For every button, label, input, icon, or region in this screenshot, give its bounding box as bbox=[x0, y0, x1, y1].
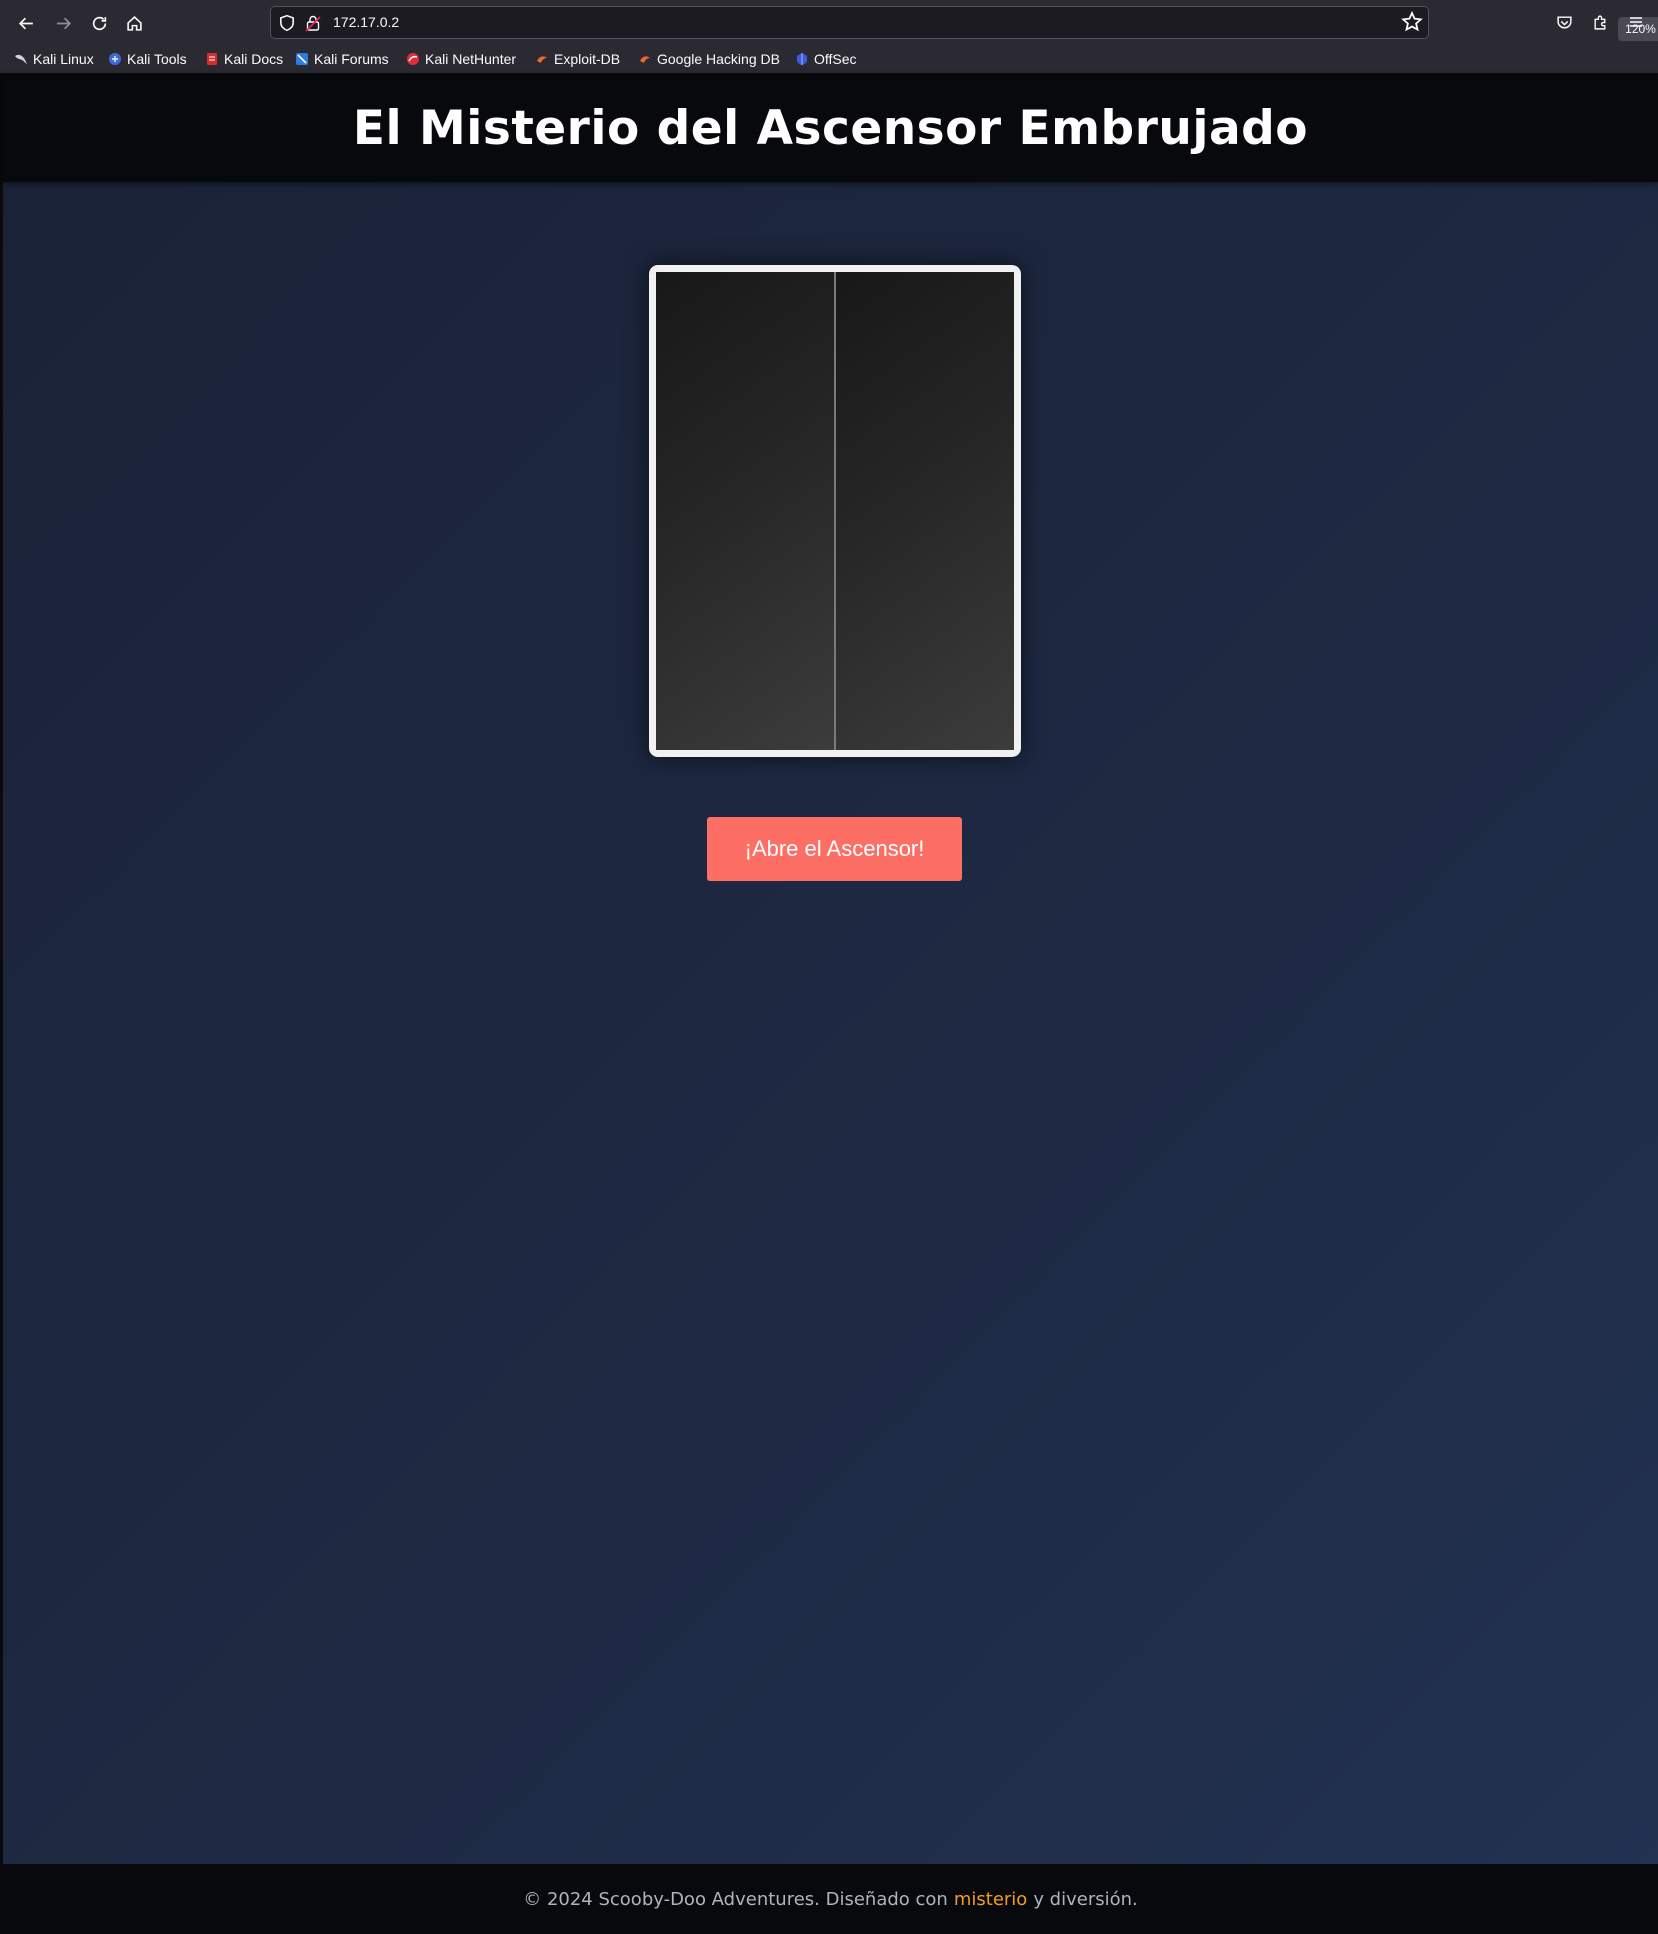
exploit-db-icon bbox=[535, 52, 549, 66]
site-footer: © 2024 Scooby-Doo Adventures. Diseñado c… bbox=[3, 1864, 1658, 1934]
open-elevator-button[interactable]: ¡Abre el Ascensor! bbox=[707, 817, 962, 881]
elevator-door-left bbox=[656, 272, 835, 750]
footer-highlight: misterio bbox=[953, 1888, 1028, 1910]
back-button[interactable] bbox=[12, 9, 40, 37]
kali-dragon-icon bbox=[14, 52, 28, 66]
bookmark-exploit-db[interactable]: Exploit-DB bbox=[535, 49, 620, 69]
shield-icon[interactable] bbox=[278, 14, 296, 32]
footer-text-end: y diversión. bbox=[1033, 1888, 1138, 1910]
pocket-icon bbox=[1556, 15, 1572, 29]
offsec-icon bbox=[795, 52, 809, 66]
page-title: El Misterio del Ascensor Embrujado bbox=[352, 100, 1309, 156]
bookmark-kali-linux[interactable]: Kali Linux bbox=[14, 49, 94, 69]
ghdb-icon bbox=[638, 52, 652, 66]
elevator bbox=[649, 265, 1021, 757]
insecure-lock-icon[interactable] bbox=[305, 14, 321, 32]
browser-toolbar: 172.17.0.2 120% bbox=[0, 0, 1658, 45]
page-content: El Misterio del Ascensor Embrujado ¡Abre… bbox=[0, 74, 1658, 1934]
bookmark-offsec[interactable]: OffSec bbox=[795, 49, 857, 69]
puzzle-piece-icon bbox=[1593, 15, 1605, 30]
reload-button[interactable] bbox=[85, 9, 113, 37]
arrow-right-icon bbox=[56, 17, 71, 29]
home-icon bbox=[126, 15, 142, 31]
pocket-button[interactable] bbox=[1553, 11, 1575, 33]
url-bar[interactable]: 172.17.0.2 120% bbox=[270, 6, 1658, 41]
hamburger-menu-icon bbox=[1630, 17, 1642, 27]
bookmark-kali-docs[interactable]: Kali Docs bbox=[205, 49, 283, 69]
bookmark-kali-tools[interactable]: Kali Tools bbox=[108, 49, 187, 69]
bookmark-google-hacking-db[interactable]: Google Hacking DB bbox=[638, 49, 780, 69]
kali-forums-icon bbox=[295, 52, 309, 66]
kali-docs-icon bbox=[205, 52, 219, 66]
site-header: El Misterio del Ascensor Embrujado bbox=[3, 74, 1658, 182]
elevator-door-right bbox=[835, 272, 1014, 750]
arrow-left-icon bbox=[18, 17, 33, 29]
bookmark-kali-nethunter[interactable]: Kali NetHunter bbox=[406, 49, 516, 69]
forward-button[interactable] bbox=[49, 9, 77, 37]
menu-button[interactable] bbox=[1625, 11, 1647, 33]
bookmarks-bar: Kali Linux Kali Tools Kali Docs Kali For… bbox=[0, 45, 1658, 74]
kali-nethunter-icon bbox=[406, 52, 420, 66]
reload-icon bbox=[92, 16, 106, 30]
kali-tools-icon bbox=[108, 52, 122, 66]
extensions-button[interactable] bbox=[1589, 11, 1611, 33]
url-text[interactable]: 172.17.0.2 bbox=[333, 14, 399, 30]
bookmark-kali-forums[interactable]: Kali Forums bbox=[295, 49, 389, 69]
home-button[interactable] bbox=[120, 9, 148, 37]
bookmark-star-icon[interactable] bbox=[1401, 11, 1423, 33]
footer-text: © 2024 Scooby-Doo Adventures. Diseñado c… bbox=[523, 1888, 948, 1910]
